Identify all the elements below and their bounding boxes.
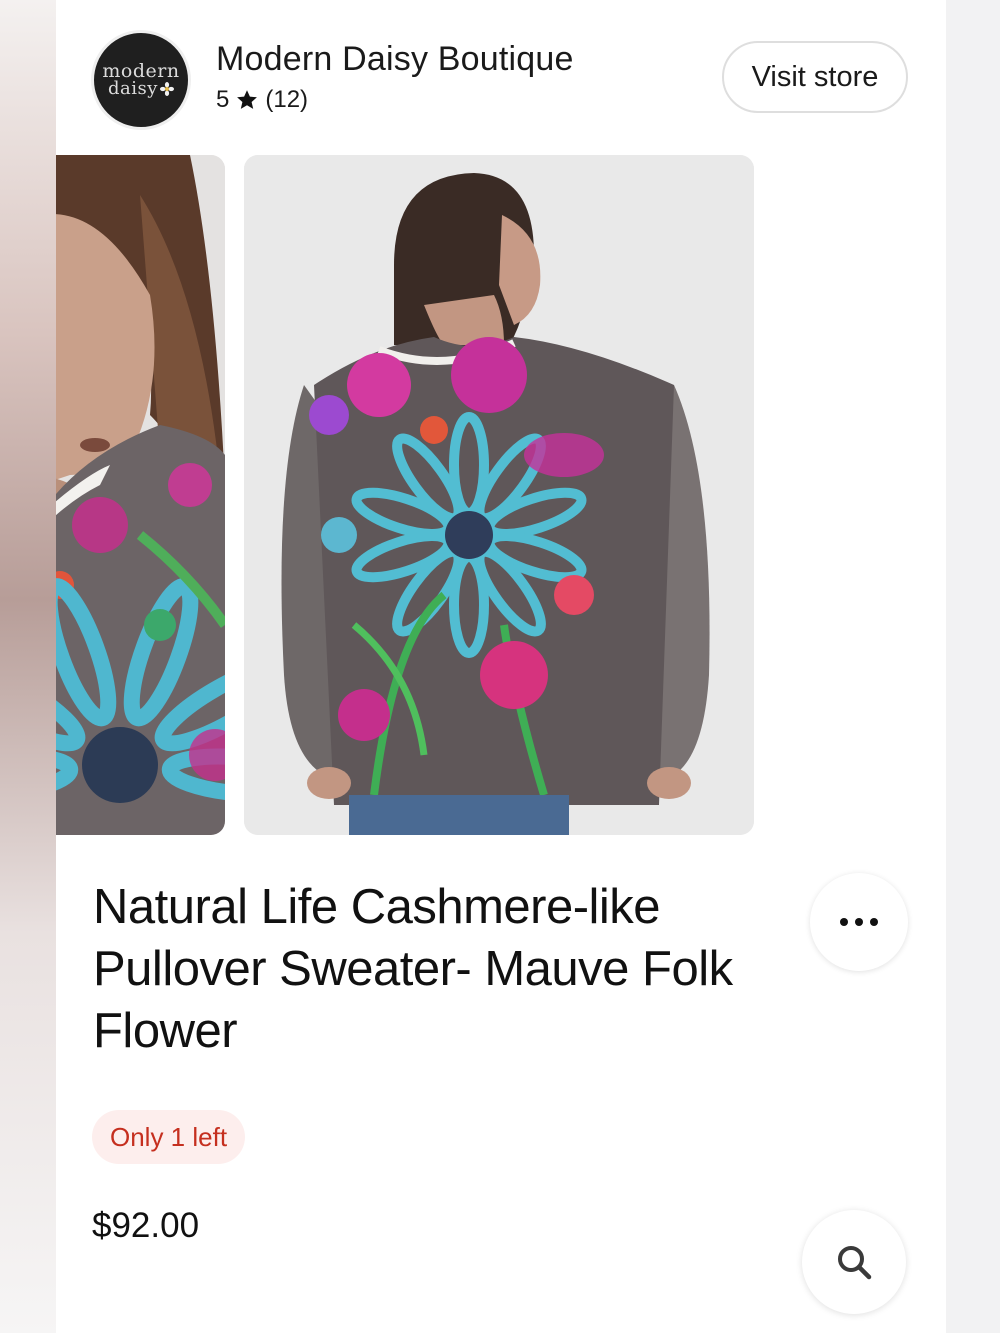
sweater-back-photo bbox=[244, 155, 754, 835]
store-name[interactable]: Modern Daisy Boutique bbox=[216, 40, 574, 79]
review-count[interactable]: (12) bbox=[265, 86, 308, 114]
search-button[interactable] bbox=[802, 1210, 906, 1314]
product-image-front[interactable] bbox=[56, 155, 225, 835]
sweater-front-photo bbox=[56, 155, 225, 835]
store-rating: 5 (12) bbox=[216, 86, 308, 114]
product-price: $92.00 bbox=[92, 1206, 200, 1245]
daisy-logo-icon bbox=[159, 81, 174, 96]
stock-badge: Only 1 left bbox=[92, 1110, 246, 1164]
store-logo[interactable]: modern daisy bbox=[91, 30, 191, 130]
more-options-button[interactable] bbox=[810, 873, 908, 971]
product-image-carousel[interactable] bbox=[56, 155, 946, 835]
search-icon bbox=[838, 1246, 872, 1280]
store-logo-text-2: daisy bbox=[108, 78, 174, 99]
more-options-icon-dot-1 bbox=[840, 918, 848, 926]
star-icon bbox=[237, 90, 258, 109]
more-options-icon-dot-2 bbox=[855, 918, 863, 926]
store-logo-text-2-label: daisy bbox=[108, 78, 158, 99]
background-edge-right bbox=[946, 0, 1000, 1333]
rating-value: 5 bbox=[216, 86, 230, 113]
background-edge-left bbox=[0, 0, 56, 1333]
more-options-icon-dot-3 bbox=[870, 918, 878, 926]
listing-sheet: modern daisy Modern Daisy Boutique 5 (12… bbox=[56, 0, 946, 1333]
product-image-back[interactable] bbox=[244, 155, 754, 835]
visit-store-button[interactable]: Visit store bbox=[722, 41, 908, 113]
product-title: Natural Life Cashmere-like Pullover Swea… bbox=[93, 880, 733, 1058]
